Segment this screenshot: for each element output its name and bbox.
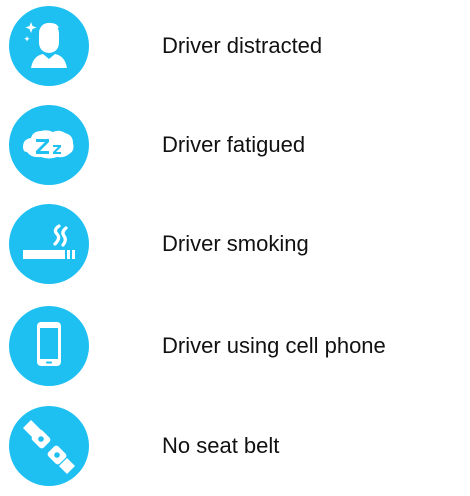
item-label: Driver distracted — [162, 33, 323, 58]
cigarette-icon — [9, 204, 89, 284]
list-item-driver-fatigued: Driver fatigued — [0, 99, 470, 185]
sleep-zz-icon — [9, 105, 89, 185]
list-item-driver-using-cell-phone: Driver using cell phone — [0, 300, 470, 386]
item-label: No seat belt — [162, 433, 280, 458]
list-item-driver-distracted: Driver distracted — [0, 0, 470, 86]
item-label: Driver smoking — [162, 231, 309, 256]
cell-phone-icon — [9, 306, 89, 386]
list-item-no-seat-belt: No seat belt — [0, 400, 470, 486]
seat-belt-icon — [9, 406, 89, 486]
item-label: Driver using cell phone — [162, 333, 386, 358]
item-label: Driver fatigued — [162, 132, 306, 157]
distracted-driver-icon — [9, 6, 89, 86]
list-item-driver-smoking: Driver smoking — [0, 198, 470, 284]
